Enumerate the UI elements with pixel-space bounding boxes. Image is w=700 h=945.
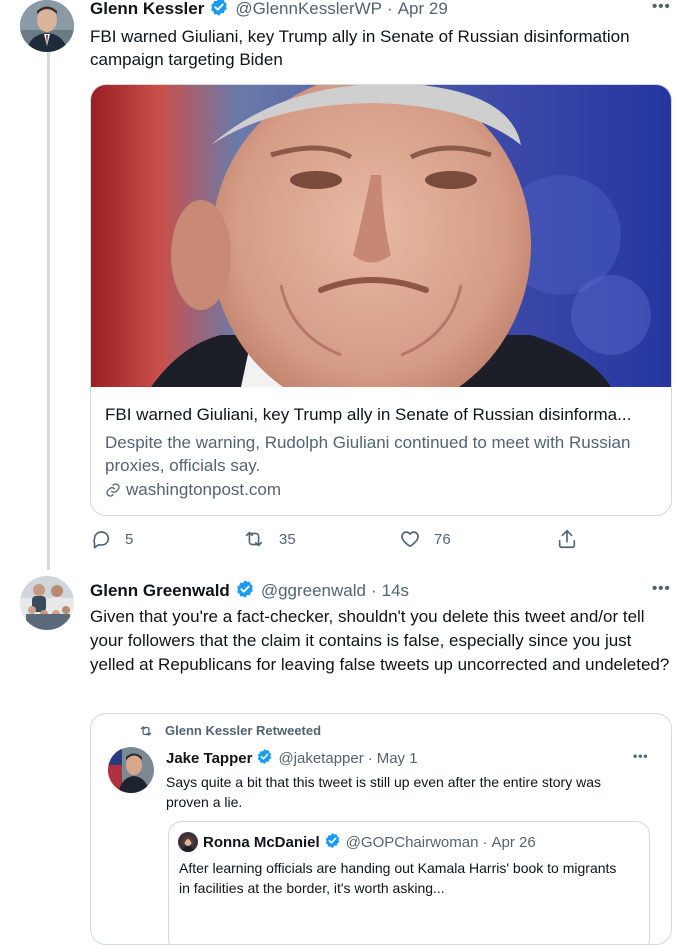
tweet-timestamp[interactable]: Apr 26	[491, 834, 535, 851]
separator-dot: ·	[482, 833, 488, 851]
verified-badge-icon	[209, 0, 229, 22]
author-handle[interactable]: @GOPChairwoman	[346, 834, 479, 851]
reply-button[interactable]: 5	[90, 528, 133, 550]
more-options-icon[interactable]: •••	[652, 0, 671, 15]
avatar-glenn-kessler[interactable]	[20, 0, 74, 52]
more-options-icon[interactable]: •••	[633, 749, 649, 763]
avatar-ronna-mcdaniel[interactable]	[178, 832, 198, 852]
retweet-button[interactable]: 35	[242, 528, 296, 550]
thread-connector-line	[47, 52, 50, 570]
card-title: FBI warned Giuliani, key Trump ally in S…	[105, 405, 632, 424]
card-domain-text: washingtonpost.com	[126, 480, 281, 499]
card-description: Despite the warning, Rudolph Giuliani co…	[105, 433, 631, 475]
tweet-timestamp[interactable]: Apr 29	[398, 0, 448, 19]
retweet-icon	[140, 725, 152, 736]
nested-header: Ronna McDaniel @GOPChairwoman · Apr 26	[203, 832, 536, 852]
card-domain: washingtonpost.com	[105, 480, 281, 500]
author-name[interactable]: Glenn Kessler	[90, 0, 204, 19]
tweet1-action-bar: 5 35 76	[90, 528, 590, 554]
author-handle[interactable]: @jaketapper	[278, 750, 363, 767]
tweet2-text: Given that you're a fact-checker, should…	[90, 607, 670, 674]
quoted-tweet[interactable]: Glenn Kessler Retweeted Jake Tapper @jak…	[90, 713, 672, 945]
verified-badge-icon	[324, 832, 341, 853]
share-button[interactable]	[556, 528, 591, 550]
retweeted-by-line: Glenn Kessler Retweeted	[138, 723, 321, 738]
tweet1-header: Glenn Kessler @GlennKesslerWP · Apr 29	[90, 0, 448, 18]
link-preview-card[interactable]: FBI warned Giuliani, key Trump ally in S…	[90, 84, 672, 516]
tweet2-header: Glenn Greenwald @ggreenwald · 14s	[90, 579, 409, 604]
author-name[interactable]: Jake Tapper	[166, 750, 252, 767]
verified-badge-icon	[256, 748, 273, 769]
verified-badge-icon	[235, 579, 255, 604]
reply-count: 5	[125, 530, 134, 548]
article-image	[91, 85, 671, 387]
author-name[interactable]: Glenn Greenwald	[90, 581, 230, 601]
author-name[interactable]: Ronna McDaniel	[203, 834, 320, 851]
heart-icon	[401, 531, 419, 548]
quoted-header: Jake Tapper @jaketapper · May 1	[166, 748, 418, 769]
nested-quoted-tweet[interactable]: Ronna McDaniel @GOPChairwoman · Apr 26 A…	[168, 821, 650, 944]
separator-dot: ·	[370, 581, 377, 600]
retweet-count: 35	[279, 530, 296, 548]
avatar-glenn-greenwald[interactable]	[20, 576, 74, 630]
retweet-icon	[245, 531, 263, 547]
author-handle[interactable]: @ggreenwald	[261, 581, 366, 601]
author-handle[interactable]: @GlennKesslerWP	[235, 0, 382, 19]
avatar-jake-tapper[interactable]	[108, 747, 154, 793]
tweet-timestamp[interactable]: May 1	[377, 750, 418, 767]
like-button[interactable]: 76	[399, 528, 451, 550]
tweet-timestamp[interactable]: 14s	[382, 581, 409, 601]
like-count: 76	[434, 530, 451, 548]
separator-dot: ·	[367, 749, 373, 767]
share-icon	[558, 529, 576, 549]
reply-icon	[93, 531, 110, 549]
tweet1-text: FBI warned Giuliani, key Trump ally in S…	[90, 27, 630, 69]
quoted-text: Says quite a bit that this tweet is stil…	[166, 774, 601, 810]
retweeted-label: Glenn Kessler Retweeted	[165, 723, 322, 738]
nested-text: After learning officials are handing out…	[179, 860, 617, 896]
more-options-icon[interactable]: •••	[652, 580, 671, 597]
link-icon	[106, 483, 120, 497]
separator-dot: ·	[387, 0, 393, 18]
